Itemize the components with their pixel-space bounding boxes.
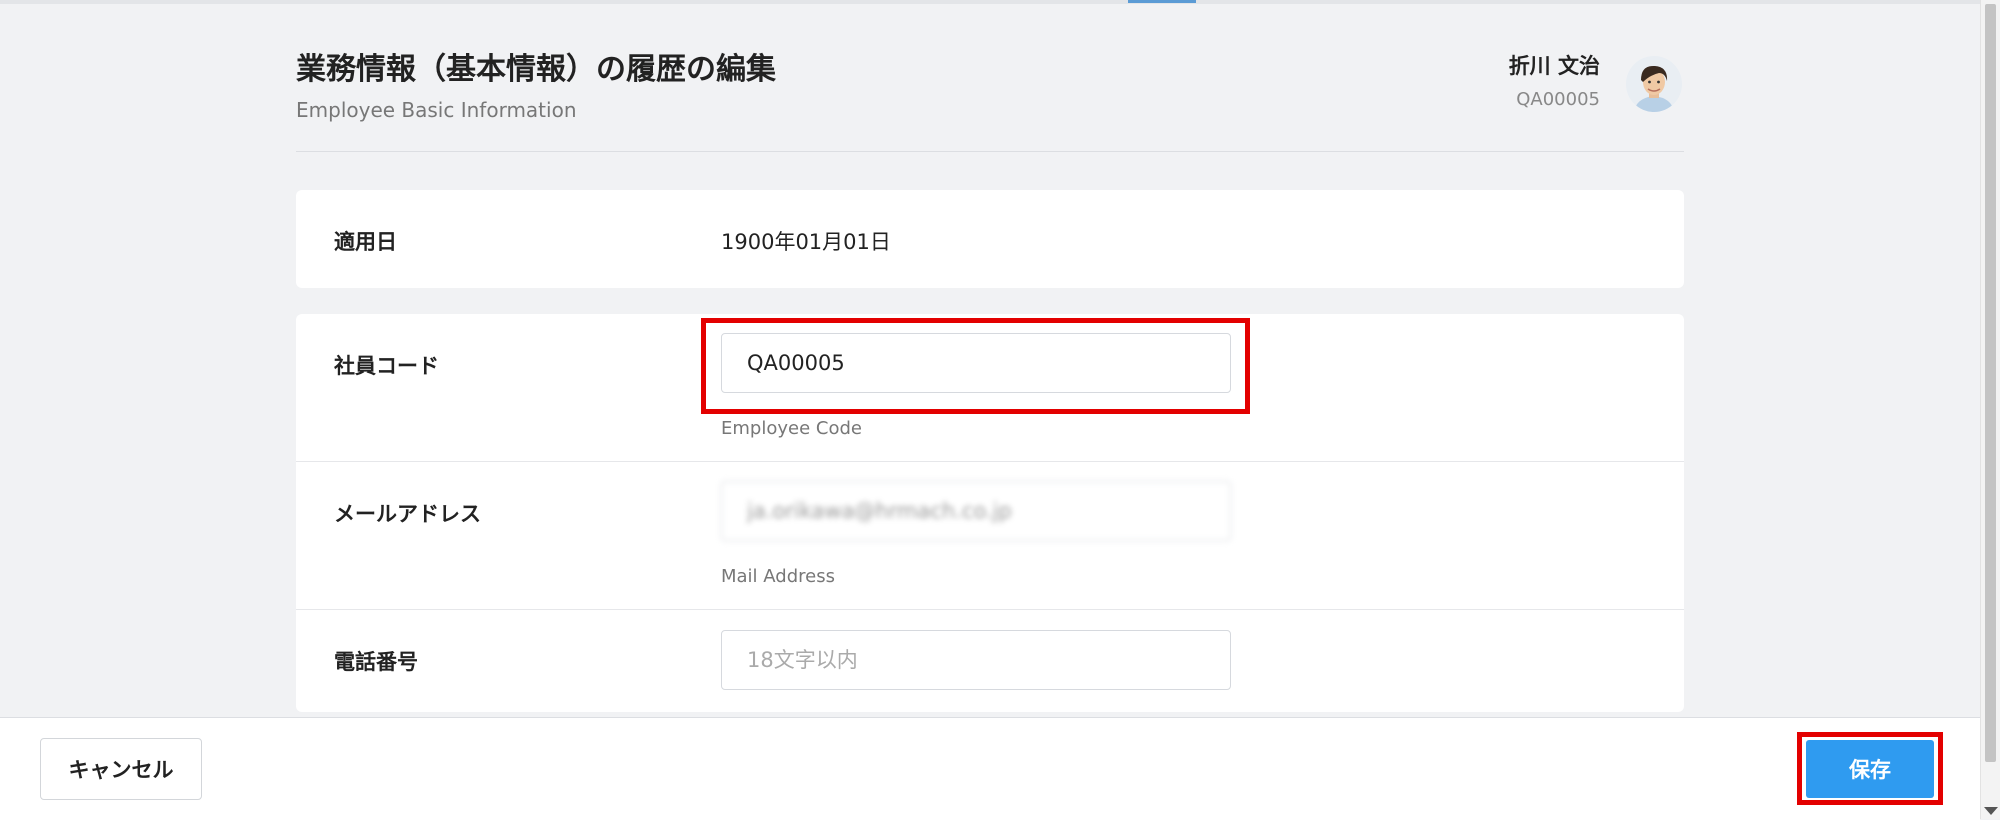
user-code: QA00005 bbox=[1516, 89, 1600, 110]
effective-date-label: 適用日 bbox=[334, 230, 397, 254]
vertical-scrollbar[interactable] bbox=[1980, 0, 2000, 819]
effective-date-value: 1900年01月01日 bbox=[721, 230, 891, 254]
window-top-edge bbox=[0, 0, 1980, 4]
footer-bar: キャンセル 保存 bbox=[0, 717, 1980, 820]
scrollbar-thumb[interactable] bbox=[1985, 4, 1996, 762]
mail-address-input[interactable] bbox=[721, 481, 1231, 541]
save-button[interactable]: 保存 bbox=[1806, 740, 1934, 798]
mail-address-label: メールアドレス bbox=[334, 502, 481, 526]
scroll-down-arrow-icon[interactable] bbox=[1984, 807, 1998, 815]
page-title: 業務情報（基本情報）の履歴の編集 bbox=[296, 52, 776, 87]
user-info: 折川 文治 QA00005 bbox=[1509, 52, 1600, 112]
phone-input[interactable] bbox=[721, 630, 1231, 690]
employee-form-card: 社員コード Employee Code メールアドレス Mail Address… bbox=[296, 314, 1684, 712]
avatar-photo-icon bbox=[1626, 56, 1682, 112]
active-tab-indicator bbox=[1128, 0, 1196, 3]
row-divider bbox=[296, 609, 1684, 610]
header-divider bbox=[296, 151, 1684, 152]
employee-code-input[interactable] bbox=[721, 333, 1231, 393]
cancel-button[interactable]: キャンセル bbox=[40, 738, 202, 800]
avatar[interactable] bbox=[1626, 56, 1682, 112]
mail-address-help: Mail Address bbox=[721, 566, 835, 587]
effective-date-card: 適用日 1900年01月01日 bbox=[296, 190, 1684, 288]
page-subtitle: Employee Basic Information bbox=[296, 98, 577, 122]
employee-code-label: 社員コード bbox=[334, 354, 439, 378]
user-name: 折川 文治 bbox=[1508, 54, 1600, 78]
row-divider bbox=[296, 461, 1684, 462]
phone-label: 電話番号 bbox=[334, 650, 418, 674]
employee-code-help: Employee Code bbox=[721, 418, 862, 439]
